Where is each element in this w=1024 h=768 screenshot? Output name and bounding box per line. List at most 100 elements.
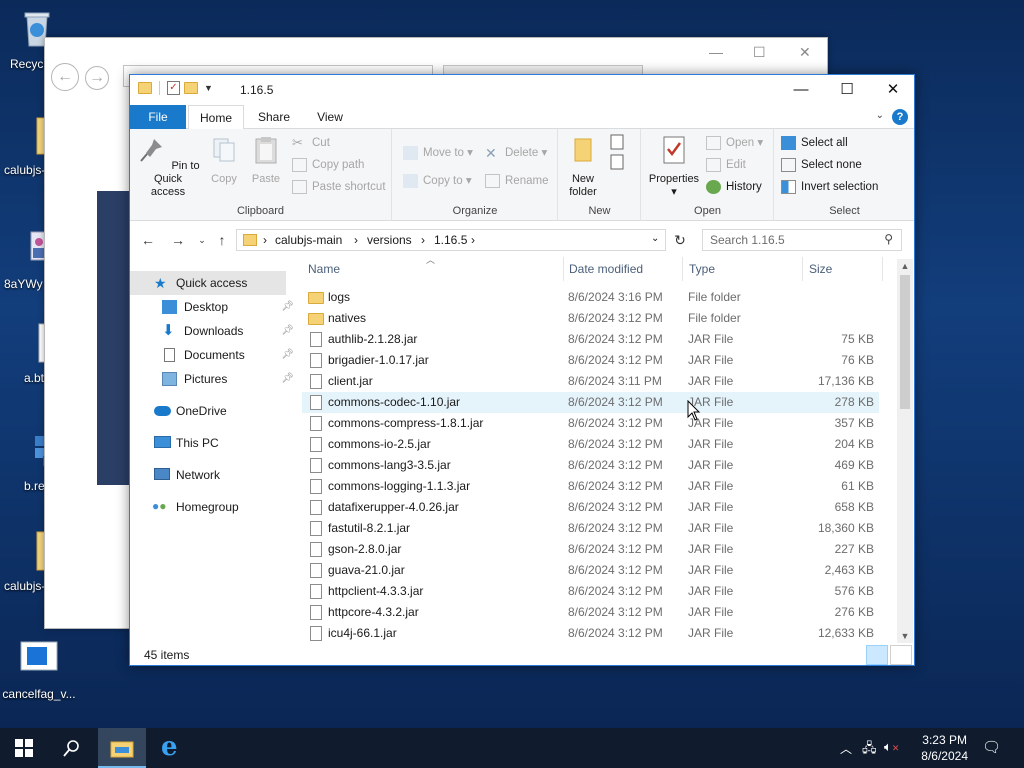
tab-file[interactable]: File: [130, 105, 186, 129]
new-folder-quick-icon[interactable]: [184, 82, 198, 94]
nav-item-documents[interactable]: Documents 📌︎: [130, 343, 294, 367]
scroll-down-icon[interactable]: ▼: [897, 631, 913, 641]
table-row[interactable]: client.jar 8/6/2024 3:11 PM JAR File 17,136…: [302, 371, 879, 392]
move-to-button[interactable]: Move to ▾: [403, 143, 473, 163]
select-all-button[interactable]: Select all: [781, 133, 848, 153]
pin-icon[interactable]: 📌︎: [281, 319, 294, 343]
breadcrumb-item[interactable]: calubjs-main: [275, 233, 342, 247]
vertical-scrollbar[interactable]: ▲ ▼: [897, 259, 913, 643]
forward-icon[interactable]: →: [85, 66, 109, 90]
column-header-type[interactable]: Type: [683, 257, 803, 281]
start-button[interactable]: [0, 728, 48, 768]
pin-icon[interactable]: 📌︎: [281, 343, 294, 367]
recent-locations-icon[interactable]: ⌄: [192, 230, 212, 250]
notifications-icon[interactable]: 🗨︎: [982, 738, 1001, 756]
copy-to-button[interactable]: Copy to ▾: [403, 171, 472, 191]
desktop-icon-app[interactable]: cancelfag_v...: [2, 638, 76, 701]
nav-item-quick-access[interactable]: ★ Quick access: [130, 271, 286, 295]
table-row[interactable]: commons-codec-1.10.jar 8/6/2024 3:12 PM JA…: [302, 392, 879, 413]
minimize-icon[interactable]: —: [778, 75, 824, 105]
file-explorer-window[interactable]: ✓ ▼ 1.16.5 — ☐ ✕ File Home Share View ⌄ …: [129, 74, 915, 666]
paste-shortcut-button[interactable]: Paste shortcut: [292, 177, 386, 197]
chevron-down-icon[interactable]: ⌄: [651, 233, 659, 244]
search-button[interactable]: [48, 728, 96, 768]
column-header-name[interactable]: Name ︿: [302, 257, 564, 281]
explorer-titlebar[interactable]: ✓ ▼ 1.16.5 — ☐ ✕: [130, 75, 914, 105]
breadcrumb-item[interactable]: versions: [367, 233, 412, 247]
back-icon[interactable]: ←: [51, 63, 79, 91]
paste-button[interactable]: Paste: [246, 135, 286, 186]
system-clock[interactable]: 3:23 PM 8/6/2024: [921, 732, 968, 764]
nav-item-this-pc[interactable]: This PC: [130, 431, 294, 455]
tab-view[interactable]: View: [304, 105, 356, 129]
tab-share[interactable]: Share: [248, 105, 300, 129]
table-row[interactable]: gson-2.8.0.jar 8/6/2024 3:12 PM JAR File 22…: [302, 539, 879, 560]
copy-path-button[interactable]: Copy path: [292, 155, 364, 175]
nav-item-desktop[interactable]: Desktop 📌︎: [130, 295, 294, 319]
chevron-down-icon[interactable]: ⌄: [876, 110, 884, 121]
breadcrumb-item[interactable]: 1.16.5: [434, 233, 467, 247]
table-row[interactable]: commons-logging-1.1.3.jar 8/6/2024 3:12 P…: [302, 476, 879, 497]
table-row[interactable]: brigadier-1.0.17.jar 8/6/2024 3:12 PM JAR …: [302, 350, 879, 371]
help-icon[interactable]: ?: [892, 109, 908, 125]
table-row[interactable]: natives 8/6/2024 3:12 PM File folder: [302, 308, 879, 329]
taskbar-internet-explorer[interactable]: e: [148, 728, 196, 768]
search-input[interactable]: Search 1.16.5 ⚲: [702, 229, 902, 251]
nav-item-homegroup[interactable]: ●● Homegroup: [130, 495, 294, 519]
table-row[interactable]: fastutil-8.2.1.jar 8/6/2024 3:12 PM JAR Fi…: [302, 518, 879, 539]
network-tray-icon[interactable]: 🖧︎: [862, 739, 877, 761]
copy-button[interactable]: Copy: [204, 135, 244, 186]
table-row[interactable]: authlib-2.1.28.jar 8/6/2024 3:12 PM JAR Fi…: [302, 329, 879, 350]
table-row[interactable]: httpclient-4.3.3.jar 8/6/2024 3:12 PM JAR …: [302, 581, 879, 602]
invert-selection-button[interactable]: Invert selection: [781, 177, 878, 197]
details-view-icon[interactable]: [866, 645, 888, 665]
properties-quick-icon[interactable]: ✓: [167, 81, 180, 95]
select-none-button[interactable]: Select none: [781, 155, 862, 175]
properties-button[interactable]: Properties ▾: [646, 135, 702, 199]
table-row[interactable]: logs 8/6/2024 3:16 PM File folder: [302, 287, 879, 308]
window-title: 1.16.5: [240, 83, 274, 97]
refresh-icon[interactable]: ↻: [670, 230, 690, 250]
cut-button[interactable]: ✂ Cut: [292, 133, 330, 153]
table-row[interactable]: datafixerupper-4.0.26.jar 8/6/2024 3:12 P…: [302, 497, 879, 518]
rename-button[interactable]: Rename: [485, 171, 548, 191]
delete-button[interactable]: ✕ Delete ▾: [485, 143, 547, 163]
scroll-up-icon[interactable]: ▲: [897, 261, 913, 271]
close-icon[interactable]: ✕: [870, 75, 916, 105]
minimize-icon[interactable]: —: [709, 44, 723, 60]
table-row[interactable]: httpcore-4.3.2.jar 8/6/2024 3:12 PM JAR Fi…: [302, 602, 879, 623]
scrollbar-thumb[interactable]: [900, 275, 910, 409]
nav-item-downloads[interactable]: ⬇ Downloads 📌︎: [130, 319, 294, 343]
table-row[interactable]: icu4j-66.1.jar 8/6/2024 3:12 PM JAR File 12…: [302, 623, 879, 644]
volume-muted-icon[interactable]: 🔈︎✕: [884, 739, 899, 755]
column-header-size[interactable]: Size: [803, 257, 883, 281]
show-hidden-icons-icon[interactable]: ︿: [840, 740, 852, 757]
close-icon[interactable]: ✕: [799, 44, 811, 61]
table-row[interactable]: commons-compress-1.8.1.jar 8/6/2024 3:12 …: [302, 413, 879, 434]
chevron-down-icon[interactable]: ▼: [204, 83, 213, 93]
taskbar-file-explorer[interactable]: [98, 728, 146, 768]
maximize-icon[interactable]: ☐: [753, 44, 766, 61]
history-button[interactable]: History: [706, 177, 762, 197]
pin-icon[interactable]: 📌︎: [281, 295, 294, 319]
maximize-icon[interactable]: ☐: [824, 75, 870, 105]
back-icon[interactable]: ←: [138, 230, 158, 250]
open-button[interactable]: Open ▾: [706, 133, 763, 153]
nav-item-network[interactable]: Network: [130, 463, 294, 487]
new-folder-button[interactable]: New folder: [563, 135, 603, 199]
pin-to-quick-access-button[interactable]: Pin to Quick access: [136, 135, 200, 199]
large-icons-view-icon[interactable]: [890, 645, 912, 665]
address-input[interactable]: › calubjs-main › versions › 1.16.5 › ⌄: [236, 229, 666, 251]
forward-icon[interactable]: →: [168, 230, 188, 250]
table-row[interactable]: guava-21.0.jar 8/6/2024 3:12 PM JAR File 2,…: [302, 560, 879, 581]
nav-item-onedrive[interactable]: OneDrive: [130, 399, 294, 423]
edit-button[interactable]: Edit: [706, 155, 746, 175]
tab-home[interactable]: Home: [188, 105, 244, 130]
new-item-button[interactable]: [607, 133, 635, 177]
nav-item-pictures[interactable]: Pictures 📌︎: [130, 367, 294, 391]
table-row[interactable]: commons-io-2.5.jar 8/6/2024 3:12 PM JAR Fi…: [302, 434, 879, 455]
up-icon[interactable]: ↑: [212, 230, 232, 250]
table-row[interactable]: commons-lang3-3.5.jar 8/6/2024 3:12 PM JAR…: [302, 455, 879, 476]
column-header-date[interactable]: Date modified: [563, 257, 683, 281]
pin-icon[interactable]: 📌︎: [281, 367, 294, 391]
